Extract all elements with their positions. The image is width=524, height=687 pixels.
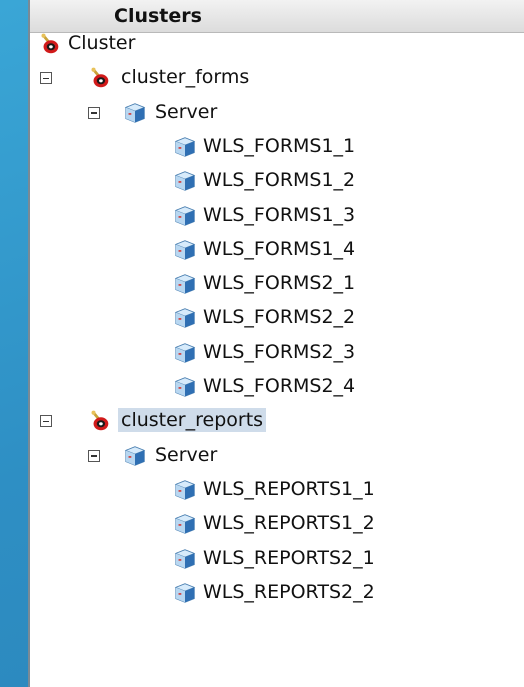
cluster-icon [38, 32, 62, 56]
tree-node-server[interactable]: WLS_REPORTS1_1 [30, 473, 520, 507]
server-node-label: WLS_FORMS2_4 [203, 375, 356, 397]
clusters-panel: Clusters Cluster cluster_forms Server WLS_F… [28, 0, 524, 687]
tree-node-server[interactable]: WLS_REPORTS2_2 [30, 576, 520, 610]
collapse-minus-icon[interactable] [40, 72, 52, 85]
server-node-label: WLS_FORMS1_2 [203, 169, 356, 192]
collapse-minus-icon[interactable] [88, 449, 100, 462]
tree-node-server[interactable]: WLS_FORMS1_3 [30, 199, 520, 233]
server-cube-icon [173, 478, 197, 502]
server-cube-icon [123, 444, 147, 468]
server-node-label: WLS_FORMS1_3 [203, 203, 356, 226]
tree-node-server[interactable]: WLS_REPORTS2_1 [30, 542, 520, 576]
server-cube-icon [173, 135, 197, 159]
server-cube-icon [173, 204, 197, 228]
collapse-minus-icon[interactable] [88, 106, 100, 119]
server-cube-icon [173, 512, 197, 536]
server-cube-icon [173, 272, 197, 296]
server-node-label: WLS_FORMS2_1 [203, 272, 356, 295]
tree-node-label: Server [155, 100, 218, 123]
server-cube-icon [173, 375, 197, 399]
tree-node-server[interactable]: WLS_REPORTS1_2 [30, 507, 520, 541]
server-node-label: WLS_REPORTS1_1 [203, 477, 375, 500]
tree-node-server-group-forms[interactable]: Server [30, 96, 520, 130]
tree-node-server[interactable]: WLS_FORMS1_4 [30, 233, 520, 267]
tree-node-label: Cluster [68, 32, 136, 54]
tree-node-label: Server [155, 443, 218, 466]
tree-node-server[interactable]: WLS_FORMS2_3 [30, 336, 520, 370]
tree-node-server[interactable]: WLS_FORMS1_2 [30, 164, 520, 198]
server-cube-icon [173, 581, 197, 605]
server-node-label: WLS_FORMS2_2 [203, 306, 356, 329]
server-node-label: WLS_FORMS2_3 [203, 340, 356, 363]
collapse-minus-icon[interactable] [40, 415, 52, 428]
tree-node-server[interactable]: WLS_FORMS2_4 [30, 370, 520, 404]
panel-title: Clusters [114, 5, 202, 27]
tree-node-cluster-root[interactable]: Cluster [30, 27, 520, 61]
tree-node-label: cluster_forms [121, 66, 250, 89]
server-cube-icon [123, 101, 147, 125]
server-cube-icon [173, 341, 197, 365]
server-node-label: WLS_FORMS1_4 [203, 237, 356, 260]
cluster-icon [88, 409, 112, 433]
tree-node-label: cluster_reports [118, 408, 267, 433]
server-node-label: WLS_REPORTS2_1 [203, 546, 375, 569]
server-cube-icon [173, 238, 197, 262]
cluster-icon [88, 66, 112, 90]
server-node-label: WLS_REPORTS2_2 [203, 580, 375, 603]
server-cube-icon [173, 306, 197, 330]
server-node-label: WLS_REPORTS1_2 [203, 512, 375, 535]
server-cube-icon [173, 169, 197, 193]
tree-node-server[interactable]: WLS_FORMS2_1 [30, 267, 520, 301]
server-cube-icon [173, 547, 197, 571]
tree-node-server[interactable]: WLS_FORMS2_2 [30, 301, 520, 335]
tree-node-server-group-reports[interactable]: Server [30, 439, 520, 473]
server-node-label: WLS_FORMS1_1 [203, 134, 356, 157]
tree-node-cluster-forms[interactable]: cluster_forms [30, 61, 520, 95]
tree-node-cluster-reports[interactable]: cluster_reports [30, 404, 520, 438]
tree-node-server[interactable]: WLS_FORMS1_1 [30, 130, 520, 164]
